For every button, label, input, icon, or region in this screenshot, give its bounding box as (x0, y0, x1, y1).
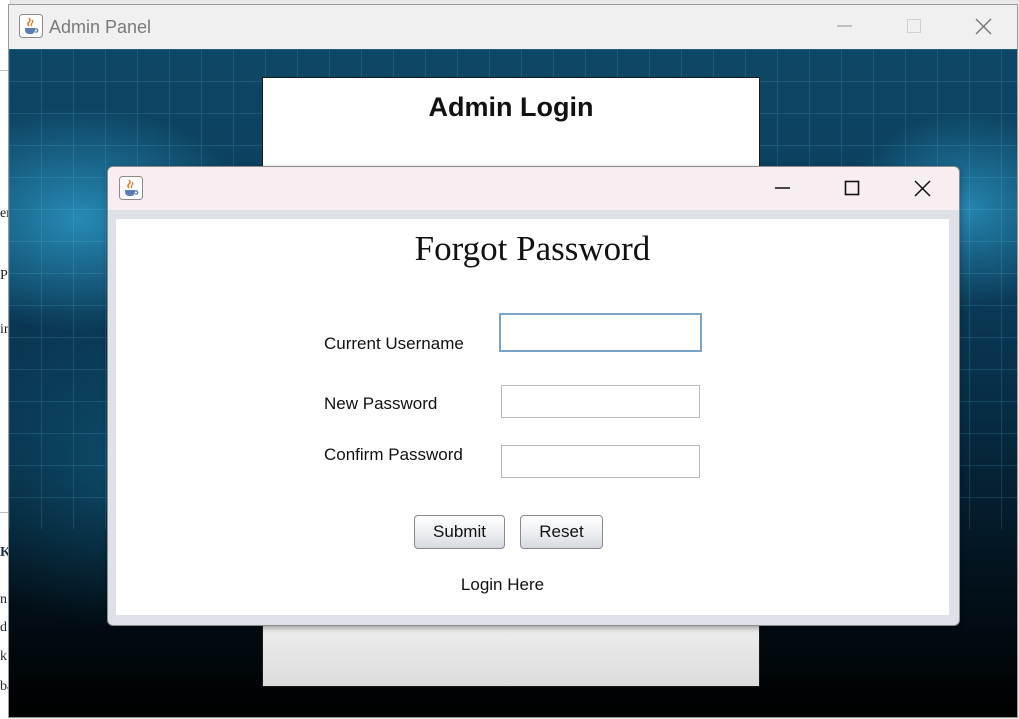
dialog-maximize-button[interactable] (822, 167, 882, 210)
submit-button[interactable]: Submit (414, 515, 505, 549)
admin-login-title: Admin Login (428, 92, 594, 122)
confirm-password-label: Confirm Password (324, 445, 463, 464)
dialog-titlebar[interactable] (108, 167, 959, 210)
java-cup-icon (19, 14, 43, 43)
reset-button[interactable]: Reset (520, 515, 603, 549)
forgot-password-dialog: Forgot Password Current Username New Pas… (107, 166, 960, 626)
dialog-content: Forgot Password Current Username New Pas… (116, 219, 949, 615)
close-button[interactable] (961, 5, 1005, 49)
login-here-link[interactable]: Login Here (116, 575, 949, 595)
current-username-input[interactable] (499, 313, 702, 352)
confirm-password-input[interactable] (501, 445, 700, 478)
window-title: Admin Panel (49, 17, 152, 37)
minimize-button[interactable] (821, 5, 865, 49)
background-text-fragment: n (0, 592, 7, 607)
dialog-minimize-button[interactable] (753, 167, 813, 210)
current-username-label: Current Username (324, 334, 464, 353)
background-text-fragment: d (0, 620, 7, 635)
forgot-password-title: Forgot Password (414, 229, 651, 268)
new-password-input[interactable] (501, 385, 700, 418)
background-text-fragment: k (0, 649, 7, 664)
maximize-button[interactable] (891, 5, 935, 49)
new-password-label: New Password (324, 394, 438, 413)
java-cup-icon (119, 176, 143, 205)
dialog-close-button[interactable] (893, 167, 953, 210)
main-window-titlebar[interactable]: Admin Panel (9, 5, 1017, 50)
background-text-fragment: P (0, 268, 8, 283)
